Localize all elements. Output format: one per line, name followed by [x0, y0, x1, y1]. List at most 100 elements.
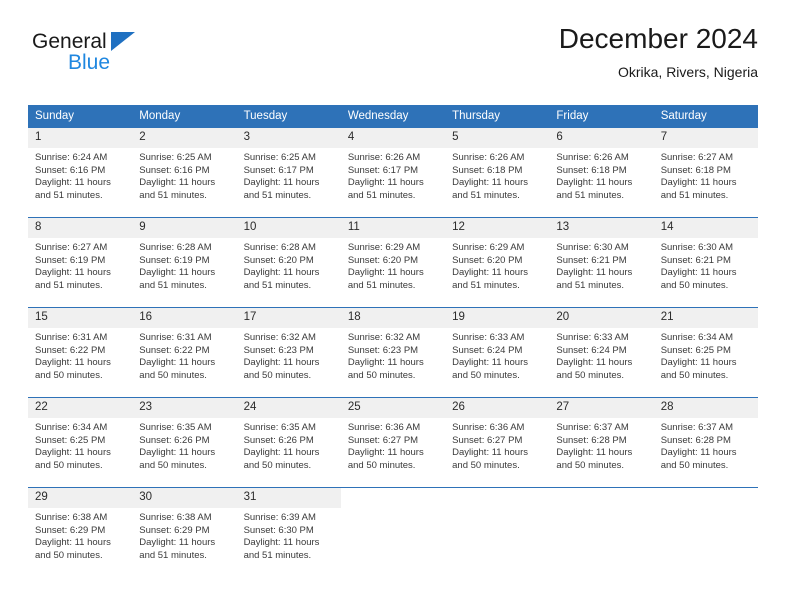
sunset-text: Sunset: 6:30 PM — [243, 524, 314, 536]
calendar-day-cell[interactable]: 14 Sunrise: 6:30 AM Sunset: 6:21 PM Dayligh… — [653, 217, 758, 308]
calendar-day-cell[interactable]: 19 Sunrise: 6:33 AM Sunset: 6:24 PM Dayligh… — [445, 307, 550, 398]
daylight-text-line1: Daylight: 11 hours — [347, 267, 424, 279]
calendar-day-cell[interactable]: 10 Sunrise: 6:28 AM Sunset: 6:20 PM Dayligh… — [236, 217, 341, 308]
calendar-day-cell[interactable]: 7 Sunrise: 6:27 AM Sunset: 6:18 PM Daylight… — [653, 127, 758, 218]
daylight-text-line1: Daylight: 11 hours — [35, 267, 111, 279]
daylight-text-line2: and 50 minutes. — [347, 369, 416, 381]
daylight-text-line1: Daylight: 11 hours — [139, 537, 216, 549]
calendar-day-cell[interactable]: 28 Sunrise: 6:37 AM Sunset: 6:28 PM Dayligh… — [653, 397, 758, 488]
daylight-text-line1: Daylight: 11 hours — [660, 177, 737, 189]
daylight-text-line2: and 50 minutes. — [660, 279, 729, 291]
daylight-text-line1: Daylight: 11 hours — [452, 447, 528, 459]
calendar-body: 1 Sunrise: 6:24 AM Sunset: 6:16 PM Daylight… — [28, 127, 758, 578]
calendar-day-cell[interactable]: 21 Sunrise: 6:34 AM Sunset: 6:25 PM Dayligh… — [653, 307, 758, 398]
calendar-day-cell[interactable]: 1 Sunrise: 6:24 AM Sunset: 6:16 PM Daylight… — [28, 127, 133, 218]
daylight-text-line2: and 50 minutes. — [139, 459, 207, 471]
calendar-day-cell[interactable]: 27 Sunrise: 6:37 AM Sunset: 6:28 PM Dayligh… — [549, 397, 654, 488]
day-details: Sunrise: 6:36 AM Sunset: 6:27 PM Daylight:… — [445, 418, 549, 472]
daylight-text-line2: and 50 minutes. — [556, 459, 625, 471]
calendar-day-cell[interactable]: 31 Sunrise: 6:39 AM Sunset: 6:30 PM Dayligh… — [236, 487, 341, 578]
daylight-text-line2: and 51 minutes. — [347, 189, 416, 201]
calendar-day-cell[interactable]: 25 Sunrise: 6:36 AM Sunset: 6:27 PM Dayligh… — [340, 397, 446, 488]
calendar-day-cell[interactable]: 17 Sunrise: 6:32 AM Sunset: 6:23 PM Dayligh… — [236, 307, 341, 398]
calendar-week-row: 29 Sunrise: 6:38 AM Sunset: 6:29 PM Dayligh… — [28, 487, 758, 578]
sunrise-text: Sunrise: 6:29 AM — [452, 242, 525, 253]
weekday-header-sunday: Sunday — [28, 105, 133, 128]
daylight-text-line2: and 51 minutes. — [139, 549, 207, 561]
day-number: 3 — [236, 128, 341, 148]
daylight-text-line2: and 51 minutes. — [556, 279, 625, 291]
day-number: 19 — [445, 308, 550, 328]
sunset-text: Sunset: 6:21 PM — [660, 254, 731, 266]
calendar-week-row: 22 Sunrise: 6:34 AM Sunset: 6:25 PM Dayligh… — [28, 397, 758, 488]
calendar-day-cell[interactable]: 5 Sunrise: 6:26 AM Sunset: 6:18 PM Daylight… — [445, 127, 550, 218]
sunset-text: Sunset: 6:26 PM — [139, 434, 210, 446]
sunrise-text: Sunrise: 6:39 AM — [243, 512, 316, 523]
calendar-day-cell[interactable]: 23 Sunrise: 6:35 AM Sunset: 6:26 PM Dayligh… — [132, 397, 237, 488]
day-details: Sunrise: 6:25 AM Sunset: 6:16 PM Daylight:… — [132, 148, 236, 202]
calendar-day-cell[interactable]: 24 Sunrise: 6:35 AM Sunset: 6:26 PM Dayligh… — [236, 397, 341, 488]
calendar-day-cell[interactable]: 26 Sunrise: 6:36 AM Sunset: 6:27 PM Dayligh… — [445, 397, 550, 488]
calendar-day-cell[interactable]: 4 Sunrise: 6:26 AM Sunset: 6:17 PM Daylight… — [340, 127, 446, 218]
calendar-day-cell[interactable]: 8 Sunrise: 6:27 AM Sunset: 6:19 PM Daylight… — [28, 217, 133, 308]
calendar-day-cell[interactable]: 15 Sunrise: 6:31 AM Sunset: 6:22 PM Dayligh… — [28, 307, 133, 398]
calendar-day-cell[interactable]: 16 Sunrise: 6:31 AM Sunset: 6:22 PM Dayligh… — [132, 307, 237, 398]
daylight-text-line2: and 51 minutes. — [452, 189, 520, 201]
calendar-day-cell[interactable]: 29 Sunrise: 6:38 AM Sunset: 6:29 PM Dayligh… — [28, 487, 133, 578]
sunrise-text: Sunrise: 6:33 AM — [452, 332, 525, 343]
day-details: Sunrise: 6:30 AM Sunset: 6:21 PM Daylight:… — [549, 238, 653, 292]
calendar-header-row: Sunday Monday Tuesday Wednesday Thursday… — [28, 105, 758, 128]
day-details: Sunrise: 6:33 AM Sunset: 6:24 PM Daylight:… — [445, 328, 549, 382]
sunset-text: Sunset: 6:18 PM — [556, 164, 627, 176]
calendar-day-cell[interactable]: 22 Sunrise: 6:34 AM Sunset: 6:25 PM Dayligh… — [28, 397, 133, 488]
day-number: 6 — [549, 128, 654, 148]
calendar-day-cell[interactable]: 13 Sunrise: 6:30 AM Sunset: 6:21 PM Dayligh… — [549, 217, 654, 308]
day-details: Sunrise: 6:31 AM Sunset: 6:22 PM Daylight:… — [28, 328, 132, 382]
calendar-day-cell[interactable]: 18 Sunrise: 6:32 AM Sunset: 6:23 PM Dayligh… — [340, 307, 446, 398]
calendar-day-cell[interactable]: 30 Sunrise: 6:38 AM Sunset: 6:29 PM Dayligh… — [132, 487, 237, 578]
sunrise-text: Sunrise: 6:35 AM — [139, 422, 212, 433]
day-details: Sunrise: 6:38 AM Sunset: 6:29 PM Daylight:… — [28, 508, 132, 562]
weekday-header-thursday: Thursday — [445, 105, 550, 128]
day-details: Sunrise: 6:26 AM Sunset: 6:18 PM Daylight:… — [445, 148, 549, 202]
sunrise-text: Sunrise: 6:35 AM — [243, 422, 316, 433]
calendar-week-row: 15 Sunrise: 6:31 AM Sunset: 6:22 PM Dayligh… — [28, 307, 758, 398]
sunrise-text: Sunrise: 6:30 AM — [660, 242, 734, 253]
calendar-day-cell[interactable]: 9 Sunrise: 6:28 AM Sunset: 6:19 PM Daylight… — [132, 217, 237, 308]
sunset-text: Sunset: 6:16 PM — [35, 164, 106, 176]
calendar-day-cell[interactable]: 3 Sunrise: 6:25 AM Sunset: 6:17 PM Daylight… — [236, 127, 341, 218]
day-number — [445, 488, 550, 508]
calendar-day-cell[interactable]: 6 Sunrise: 6:26 AM Sunset: 6:18 PM Daylight… — [549, 127, 654, 218]
weekday-header-wednesday: Wednesday — [340, 105, 446, 128]
sunrise-text: Sunrise: 6:37 AM — [556, 422, 629, 433]
calendar-day-cell[interactable]: 20 Sunrise: 6:33 AM Sunset: 6:24 PM Dayligh… — [549, 307, 654, 398]
day-number: 8 — [28, 218, 133, 238]
day-number: 21 — [653, 308, 758, 328]
calendar-day-cell[interactable]: 2 Sunrise: 6:25 AM Sunset: 6:16 PM Daylight… — [132, 127, 237, 218]
daylight-text-line2: and 50 minutes. — [243, 459, 312, 471]
calendar-day-cell[interactable]: 12 Sunrise: 6:29 AM Sunset: 6:20 PM Dayligh… — [445, 217, 550, 308]
sunset-text: Sunset: 6:18 PM — [452, 164, 523, 176]
daylight-text-line2: and 50 minutes. — [452, 459, 520, 471]
daylight-text-line1: Daylight: 11 hours — [660, 357, 737, 369]
calendar-day-cell[interactable]: 11 Sunrise: 6:29 AM Sunset: 6:20 PM Dayligh… — [340, 217, 446, 308]
daylight-text-line1: Daylight: 11 hours — [556, 357, 633, 369]
day-number: 18 — [340, 308, 446, 328]
daylight-text-line2: and 50 minutes. — [243, 369, 312, 381]
daylight-text-line1: Daylight: 11 hours — [139, 267, 216, 279]
sunrise-text: Sunrise: 6:34 AM — [660, 332, 734, 343]
daylight-text-line1: Daylight: 11 hours — [35, 537, 111, 549]
day-number: 25 — [340, 398, 446, 418]
day-number: 15 — [28, 308, 133, 328]
daylight-text-line1: Daylight: 11 hours — [243, 177, 320, 189]
sunset-text: Sunset: 6:19 PM — [35, 254, 106, 266]
day-details: Sunrise: 6:30 AM Sunset: 6:21 PM Daylight:… — [654, 238, 758, 292]
day-details: Sunrise: 6:26 AM Sunset: 6:18 PM Daylight:… — [549, 148, 653, 202]
daylight-text-line2: and 51 minutes. — [35, 279, 103, 291]
title-block: December 2024 Okrika, Rivers, Nigeria — [559, 22, 758, 82]
weekday-header-saturday: Saturday — [653, 105, 758, 128]
daylight-text-line1: Daylight: 11 hours — [556, 447, 633, 459]
daylight-text-line1: Daylight: 11 hours — [139, 357, 216, 369]
day-details: Sunrise: 6:24 AM Sunset: 6:16 PM Daylight:… — [28, 148, 132, 202]
sunset-text: Sunset: 6:18 PM — [660, 164, 731, 176]
